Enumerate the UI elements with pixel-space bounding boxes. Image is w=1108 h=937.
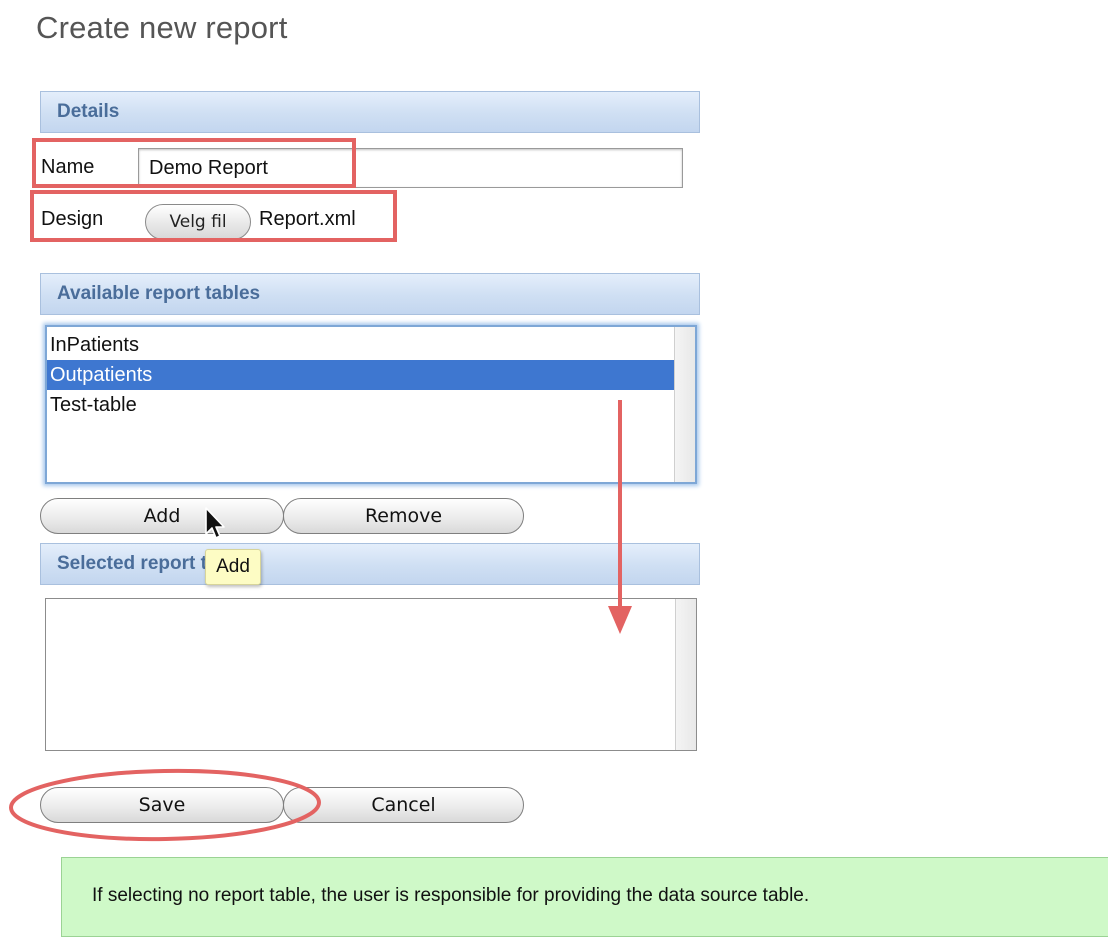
remove-button[interactable]: Remove [283, 498, 524, 534]
available-tables-header: Available report tables [40, 273, 700, 315]
save-highlight-ellipse [9, 768, 321, 842]
mouse-cursor-icon [205, 507, 225, 539]
add-tooltip: Add [205, 549, 261, 585]
name-highlight-box [32, 138, 356, 188]
down-arrow-icon [608, 400, 632, 634]
design-highlight-box [30, 190, 397, 242]
page-title: Create new report [36, 10, 288, 45]
list-item-test-table[interactable]: Test-table [47, 390, 676, 420]
info-note: If selecting no report table, the user i… [61, 857, 1108, 937]
add-button[interactable]: Add [40, 498, 284, 534]
list-item-outpatients[interactable]: Outpatients [47, 360, 676, 390]
selected-list-scrollbar[interactable] [675, 599, 696, 750]
details-section-header: Details [40, 91, 700, 133]
available-list-scrollbar[interactable] [674, 327, 695, 482]
list-item-inpatients[interactable]: InPatients [47, 330, 676, 360]
